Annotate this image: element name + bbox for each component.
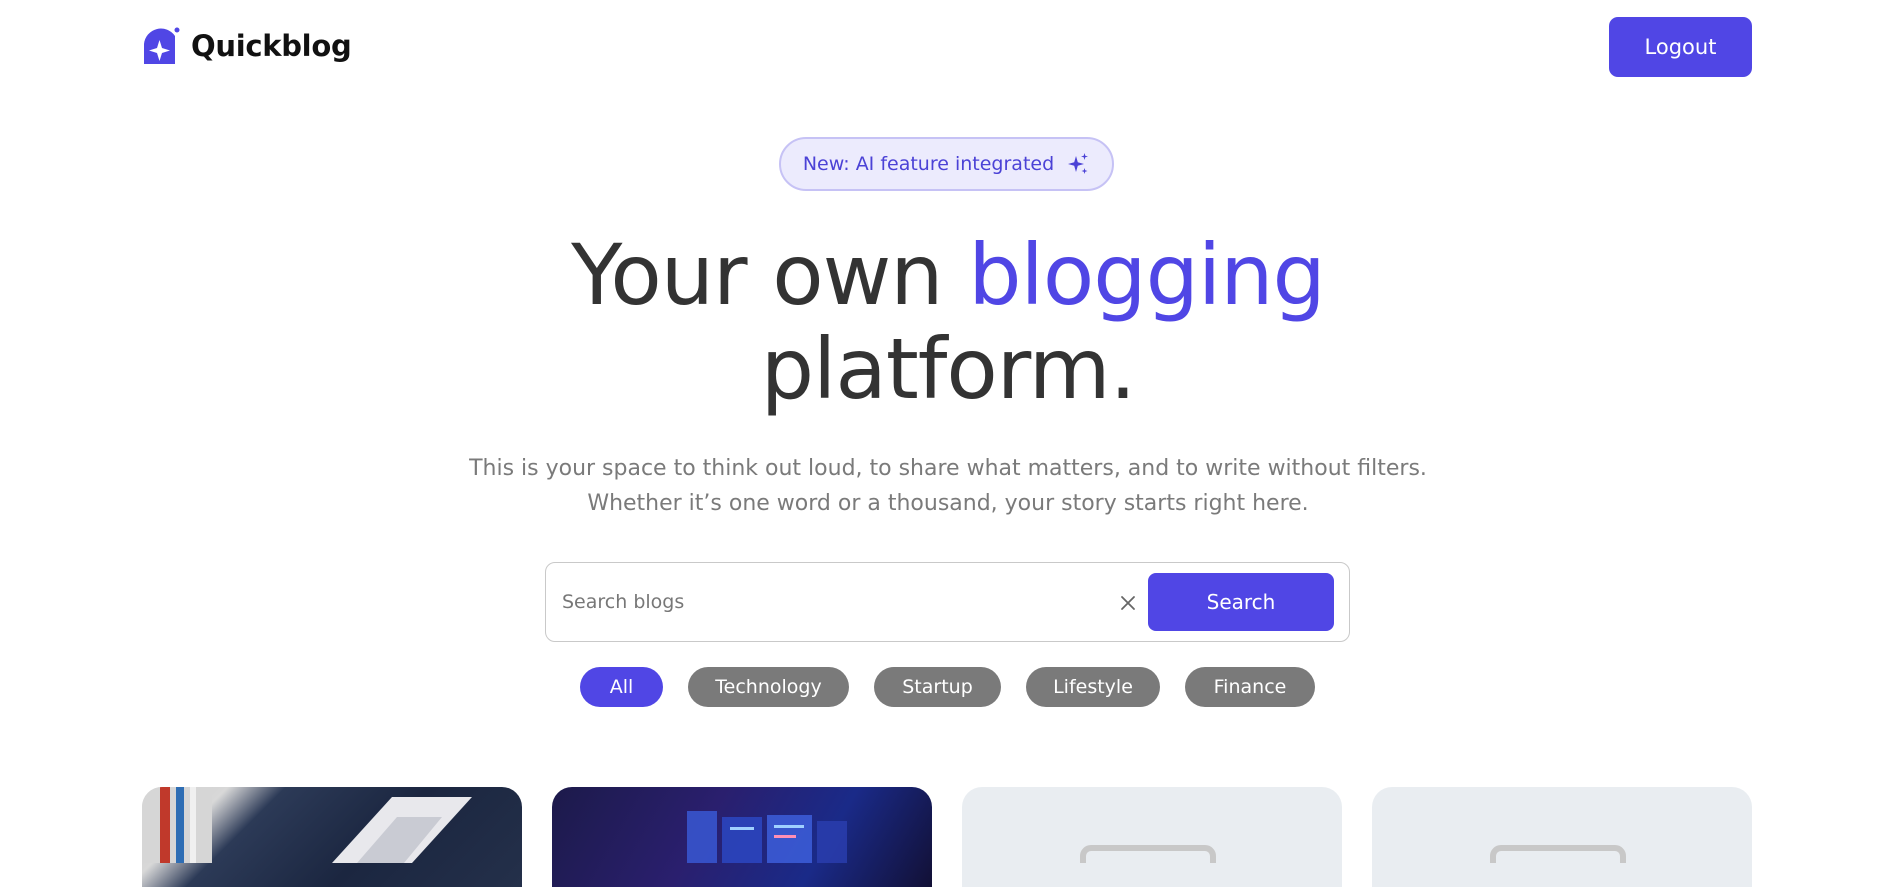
- hero-subtitle-line1: This is your space to think out loud, to…: [469, 456, 1427, 481]
- hero-title-part2: platform.: [760, 320, 1137, 418]
- blog-card[interactable]: [1372, 787, 1752, 887]
- hero-subtitle: This is your space to think out loud, to…: [0, 451, 1896, 521]
- search-button[interactable]: Search: [1148, 573, 1334, 631]
- quickblog-logo-icon: [144, 27, 180, 64]
- person-holding-document-image: [142, 787, 472, 863]
- feature-badge[interactable]: New: AI feature integrated: [779, 137, 1114, 191]
- category-technology[interactable]: Technology: [688, 667, 849, 707]
- digital-dashboard-screens-image: [687, 811, 847, 863]
- header: Quickblog Logout: [0, 0, 1896, 96]
- category-finance[interactable]: Finance: [1185, 667, 1315, 707]
- category-startup[interactable]: Startup: [874, 667, 1001, 707]
- logo[interactable]: Quickblog: [141, 26, 352, 66]
- blog-card[interactable]: [552, 787, 932, 887]
- category-lifestyle[interactable]: Lifestyle: [1026, 667, 1160, 707]
- placeholder-image-icon: [1080, 845, 1216, 863]
- hero-subtitle-line2: Whether it’s one word or a thousand, you…: [587, 491, 1309, 516]
- close-icon[interactable]: [1116, 591, 1140, 615]
- feature-badge-text: New: AI feature integrated: [802, 153, 1055, 175]
- logout-button[interactable]: Logout: [1609, 17, 1752, 77]
- category-all[interactable]: All: [580, 667, 663, 707]
- blog-card[interactable]: [962, 787, 1342, 887]
- blog-card[interactable]: [142, 787, 522, 887]
- search-bar: Search: [545, 562, 1350, 642]
- sparkles-icon: [1068, 153, 1089, 174]
- hero-title-part1: Your own: [571, 226, 943, 324]
- search-input[interactable]: [560, 577, 1200, 627]
- placeholder-image-icon: [1490, 845, 1626, 863]
- hero-title-accent: blogging: [968, 226, 1326, 324]
- brand-name: Quickblog: [191, 29, 352, 63]
- hero-title: Your own blogging platform.: [0, 228, 1896, 416]
